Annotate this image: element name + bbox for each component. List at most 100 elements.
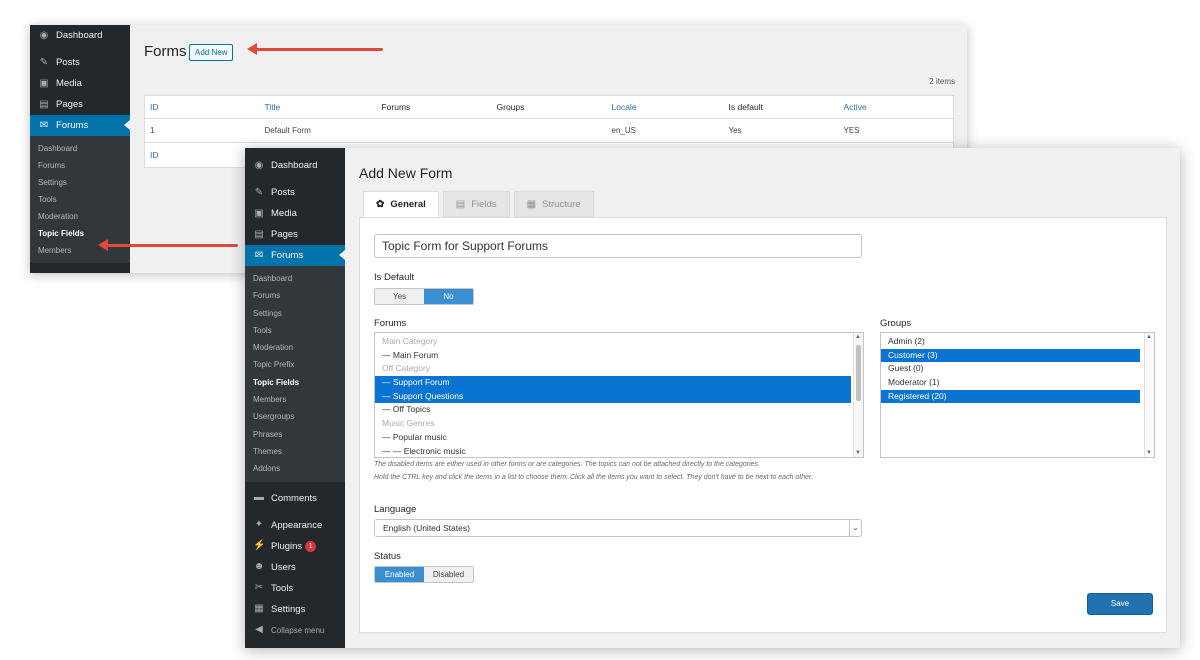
forum-option[interactable]: — Popular music — [375, 431, 851, 445]
groups-label: Groups — [880, 318, 912, 329]
forum-option[interactable]: — — Electronic music — [375, 445, 851, 458]
form-title-input[interactable] — [374, 234, 862, 258]
dashboard-icon: ◉ — [254, 159, 264, 171]
menu-forums[interactable]: ✉ Forums — [245, 245, 345, 266]
submenu-topic-fields[interactable]: Topic Fields — [245, 374, 345, 391]
save-button[interactable]: Save — [1087, 593, 1153, 615]
menu-label: Appearance — [271, 519, 323, 531]
submenu-topic-fields[interactable]: Topic Fields — [30, 225, 130, 242]
update-count-badge: 1 — [305, 540, 317, 552]
menu-plugins[interactable]: ⚡ Plugins 1 — [245, 536, 345, 557]
menu-forums[interactable]: ✉ Forums — [30, 115, 130, 136]
is-default-no[interactable]: No — [424, 289, 473, 304]
forum-option[interactable]: — Main Forum — [375, 349, 851, 363]
group-option[interactable]: Registered (20) — [881, 389, 1140, 404]
column-locale[interactable]: Locale — [606, 95, 724, 119]
submenu-moderation[interactable]: Moderation — [30, 208, 130, 225]
collapse-menu-button[interactable]: ◀ Collapse menu — [245, 620, 345, 641]
forums-listbox[interactable]: Main Category — Main Forum Off Category — S… — [374, 332, 864, 458]
forums-submenu: Dashboard Forums Settings Tools Moderati… — [245, 266, 345, 482]
menu-label: Forums — [56, 120, 89, 131]
column-active[interactable]: Active — [838, 95, 954, 119]
groups-listbox[interactable]: Admin (2) Customer (3) Guest (0) Moderator … — [880, 332, 1155, 458]
group-option[interactable]: Admin (2) — [881, 335, 1140, 349]
front-window: ◉ Dashboard ✎ Posts ▣ Media ▤ Pages ✉ Forums … — [245, 148, 1180, 648]
submenu-addons[interactable]: Addons — [245, 460, 345, 477]
menu-posts[interactable]: ✎ Posts — [30, 52, 130, 73]
menu-pages[interactable]: ▤ Pages — [30, 94, 130, 115]
general-panel: Is Default Yes No Forums Main Category — … — [359, 217, 1167, 633]
menu-label: Media — [56, 78, 82, 89]
forum-option[interactable]: — Support Forum — [375, 376, 851, 390]
menu-appearance[interactable]: ✦ Appearance — [245, 515, 345, 536]
menu-comments[interactable]: ▬ Comments — [245, 488, 345, 509]
tab-structure[interactable]: ▦ Structure — [513, 191, 594, 217]
cell: en_US — [611, 126, 636, 135]
table-header: ID Title Forums Groups Locale Is default… — [144, 95, 954, 119]
forum-option[interactable]: — Off Topics — [375, 403, 851, 417]
scroll-up-icon[interactable]: ▲ — [855, 334, 861, 340]
groups-scrollbar[interactable]: ▲ ▼ — [1144, 333, 1154, 457]
column-is-default: Is default — [723, 95, 839, 119]
admin-sidebar: ◉ Dashboard ✎ Posts ▣ Media ▤ Pages ✉ Forums … — [30, 25, 130, 273]
menu-posts[interactable]: ✎ Posts — [245, 182, 345, 203]
forum-option: Main Category — [382, 336, 438, 346]
menu-users[interactable]: ☻ Users — [245, 557, 345, 578]
menu-settings[interactable]: ▦ Settings — [245, 599, 345, 620]
cell — [377, 119, 492, 143]
submenu-usergroups[interactable]: Usergroups — [245, 408, 345, 425]
cell: Yes — [728, 126, 742, 135]
status-disabled[interactable]: Disabled — [424, 567, 473, 582]
submenu-settings[interactable]: Settings — [245, 305, 345, 322]
is-default-toggle: Yes No — [374, 288, 474, 305]
submenu-settings[interactable]: Settings — [30, 174, 130, 191]
scroll-down-icon[interactable]: ▼ — [1146, 450, 1152, 456]
pin-icon: ✎ — [39, 56, 49, 68]
tab-general[interactable]: ✿ General — [363, 191, 439, 217]
gear-icon: ✿ — [376, 198, 385, 210]
menu-media[interactable]: ▣ Media — [245, 203, 345, 224]
add-new-button[interactable]: Add New — [189, 44, 234, 61]
language-label: Language — [374, 504, 417, 515]
forums-options: Main Category — Main Forum Off Category — S… — [375, 333, 863, 458]
help-text-ctrl: Hold the CTRL key and click the items in… — [374, 474, 814, 481]
submenu-tools[interactable]: Tools — [30, 191, 130, 208]
scroll-up-icon[interactable]: ▲ — [1146, 334, 1152, 340]
submenu-themes[interactable]: Themes — [245, 443, 345, 460]
group-option[interactable]: Customer (3) — [881, 348, 1140, 363]
group-option[interactable]: Moderator (1) — [881, 376, 1140, 390]
submenu-forums[interactable]: Forums — [30, 157, 130, 174]
status-enabled[interactable]: Enabled — [375, 567, 424, 582]
group-option[interactable]: Guest (0) — [881, 362, 1140, 376]
column-groups: Groups — [491, 95, 607, 119]
menu-media[interactable]: ▣ Media — [30, 73, 130, 94]
menu-pages[interactable]: ▤ Pages — [245, 224, 345, 245]
submenu-members[interactable]: Members — [245, 391, 345, 408]
tab-fields[interactable]: ▤ Fields — [442, 191, 510, 217]
submenu-dashboard[interactable]: Dashboard — [30, 140, 130, 157]
is-default-yes[interactable]: Yes — [375, 289, 424, 304]
menu-label: Pages — [271, 229, 298, 240]
column-title[interactable]: Title — [259, 95, 377, 119]
column-id[interactable]: ID — [144, 95, 260, 119]
help-text-disabled: The disabled items are either used in ot… — [374, 461, 760, 468]
submenu-phrases[interactable]: Phrases — [245, 426, 345, 443]
page-title: Forms — [144, 43, 187, 60]
menu-dashboard[interactable]: ◉ Dashboard — [30, 25, 130, 46]
scroll-down-icon[interactable]: ▼ — [855, 450, 861, 456]
menu-dashboard[interactable]: ◉ Dashboard — [245, 155, 345, 176]
submenu-forums[interactable]: Forums — [245, 287, 345, 304]
submenu-topic-prefix[interactable]: Topic Prefix — [245, 356, 345, 373]
language-select[interactable]: English (United States) ⌄ — [374, 519, 862, 537]
submenu-dashboard[interactable]: Dashboard — [245, 270, 345, 287]
cell — [492, 119, 607, 143]
settings-icon: ▦ — [254, 603, 264, 615]
forum-option[interactable]: — Support Questions — [375, 389, 851, 404]
cell[interactable]: Default Form — [260, 119, 377, 143]
menu-tools[interactable]: ✂ Tools — [245, 578, 345, 599]
submenu-moderation[interactable]: Moderation — [245, 339, 345, 356]
scroll-thumb[interactable] — [856, 345, 861, 401]
media-icon: ▣ — [254, 207, 264, 219]
forums-scrollbar[interactable]: ▲ ▼ — [853, 333, 863, 457]
submenu-tools[interactable]: Tools — [245, 322, 345, 339]
